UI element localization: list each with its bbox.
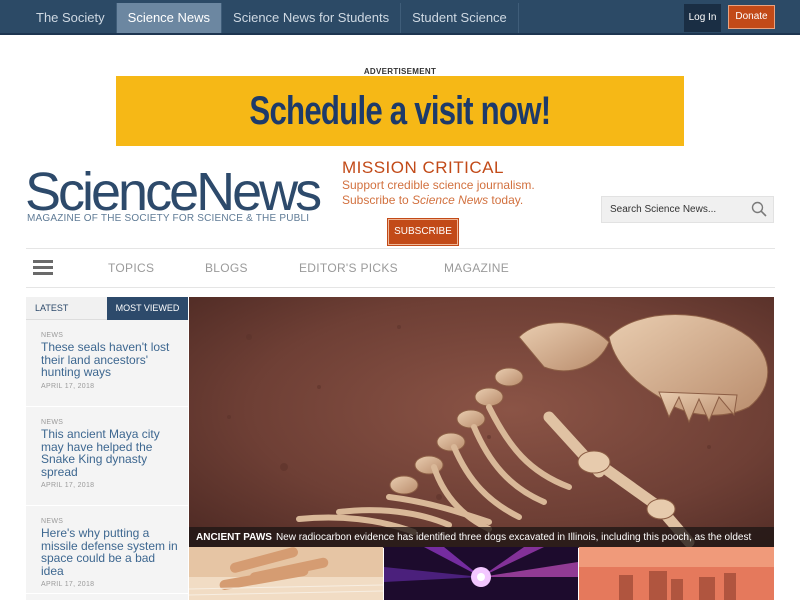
topnav-science-news-for-students[interactable]: Science News for Students: [222, 3, 402, 33]
ad-label: ADVERTISEMENT: [363, 67, 437, 76]
tab-most-viewed[interactable]: MOST VIEWED: [107, 297, 188, 320]
topnav-the-society[interactable]: The Society: [25, 3, 117, 33]
menu-icon[interactable]: [33, 260, 53, 276]
story-headline[interactable]: These seals haven't lost their land ance…: [41, 341, 178, 379]
story-date: APRIL 17, 2018: [41, 581, 95, 588]
search-box: [601, 196, 774, 223]
donate-button[interactable]: Donate: [728, 5, 775, 29]
hero-caption-text: New radiocarbon evidence has identified …: [275, 532, 752, 543]
society-nav: The Society Science News Science News fo…: [25, 3, 519, 33]
list-item[interactable]: NEWS These seals haven't lost their land…: [26, 320, 188, 407]
ad-banner[interactable]: Schedule a visit now!: [116, 76, 684, 146]
subscribe-button[interactable]: SUBSCRIBE: [388, 219, 458, 245]
mission-line-2-prefix: Subscribe to: [342, 193, 413, 207]
ad-text: Schedule a visit now!: [249, 88, 552, 133]
topnav-science-news[interactable]: Science News: [116, 3, 223, 33]
sidebar-tabs: LATEST MOST VIEWED: [26, 297, 188, 320]
nav-magazine[interactable]: MAGAZINE: [444, 261, 509, 275]
search-icon[interactable]: [751, 201, 767, 217]
mission-line-2-publication: Science News: [412, 193, 489, 207]
story-date: APRIL 17, 2018: [41, 382, 95, 390]
section-nav: TOPICS BLOGS EDITOR'S PICKS MAGAZINE: [26, 248, 775, 288]
thumbnail-space-laser[interactable]: [384, 547, 578, 600]
sidebar-story-list: NEWS These seals haven't lost their land…: [26, 320, 188, 600]
list-item[interactable]: NEWS This ancient Maya city may have hel…: [26, 407, 188, 506]
search-input[interactable]: [610, 197, 750, 222]
hero-image[interactable]: [189, 297, 774, 547]
site-tagline: MAGAZINE OF THE SOCIETY FOR SCIENCE & TH…: [27, 213, 309, 224]
mission-title: MISSION CRITICAL: [342, 158, 504, 177]
mission-text: Support credible science journalism. Sub…: [342, 178, 535, 208]
story-headline[interactable]: Here's why putting a missile defense sys…: [41, 527, 178, 577]
login-button[interactable]: Log In: [684, 4, 721, 32]
topnav-student-science[interactable]: Student Science: [401, 3, 519, 33]
nav-editors-picks[interactable]: EDITOR'S PICKS: [299, 261, 398, 275]
story-category: NEWS: [41, 419, 64, 426]
mission-line-1: Support credible science journalism.: [342, 178, 535, 192]
story-headline[interactable]: This ancient Maya city may have helped t…: [41, 428, 178, 478]
hero-kicker: ANCIENT PAWS: [196, 532, 272, 543]
story-category: NEWS: [41, 518, 64, 525]
mission-line-2-suffix: today.: [488, 193, 524, 207]
hero-caption[interactable]: ANCIENT PAWS New radiocarbon evidence has…: [189, 527, 774, 548]
tab-latest[interactable]: LATEST: [26, 297, 107, 320]
thumbnail-keyboard-hands[interactable]: [189, 547, 383, 600]
story-category: NEWS: [41, 332, 64, 339]
list-item[interactable]: NEWS Here's why putting a missile defens…: [26, 506, 188, 594]
nav-blogs[interactable]: BLOGS: [205, 261, 248, 275]
top-bar: The Society Science News Science News fo…: [0, 0, 800, 35]
nav-topics[interactable]: TOPICS: [108, 261, 154, 275]
thumbnail-city-skyline[interactable]: [579, 547, 774, 600]
story-date: APRIL 17, 2018: [41, 482, 95, 489]
mission-line-2: Subscribe to Science News today.: [342, 193, 535, 208]
